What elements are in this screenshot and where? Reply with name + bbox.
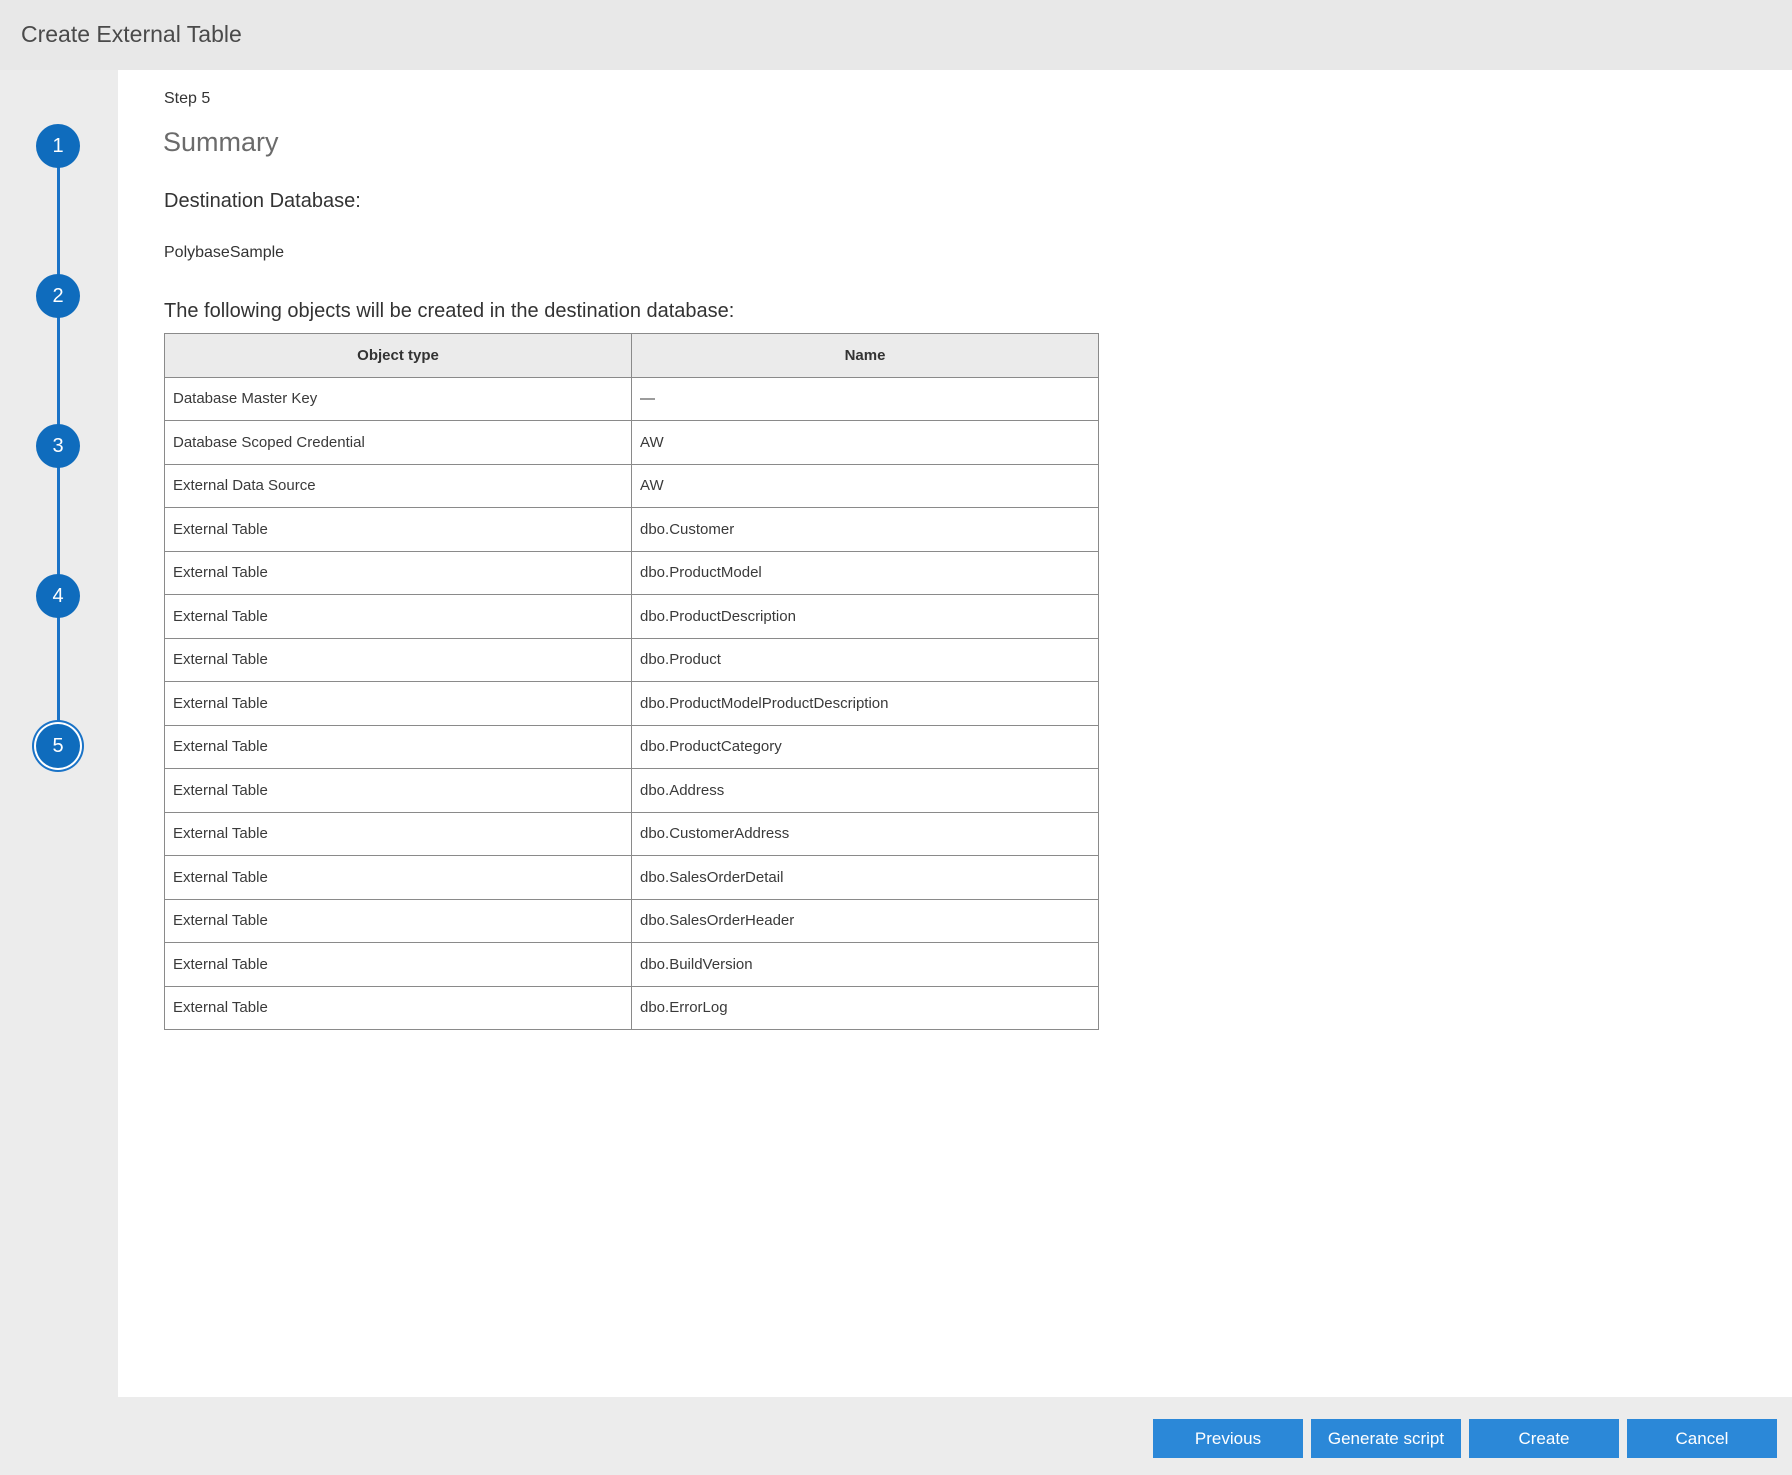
table-row: External Table dbo.Product	[164, 637, 1099, 682]
cell-object-type: External Table	[164, 811, 632, 856]
cell-object-type: External Table	[164, 507, 632, 552]
cell-name: dbo.ProductDescription	[631, 594, 1099, 639]
cell-name: dbo.ProductModelProductDescription	[631, 681, 1099, 726]
cell-object-type: External Table	[164, 724, 632, 769]
wizard-step-rail: 1 2 3 4 5	[0, 70, 118, 1397]
destination-database-value: PolybaseSample	[164, 244, 285, 261]
cell-object-type: External Table	[164, 942, 632, 987]
cell-object-type: External Table	[164, 637, 632, 682]
cell-object-type: External Table	[164, 855, 632, 900]
cell-object-type: Database Master Key	[164, 376, 632, 421]
table-row: External Table dbo.ErrorLog	[164, 985, 1099, 1030]
cell-object-type: External Table	[164, 550, 632, 595]
objects-summary-table: Object type Name Database Master Key — Dat…	[164, 333, 1099, 1030]
cell-name: dbo.BuildVersion	[631, 942, 1099, 987]
column-header-object-type: Object type	[164, 333, 632, 378]
step-node-4[interactable]: 4	[36, 574, 80, 618]
cell-name: dbo.CustomerAddress	[631, 811, 1099, 856]
objects-to-create-label: The following objects will be created in…	[164, 300, 735, 322]
column-header-name: Name	[631, 333, 1099, 378]
cell-object-type: Database Scoped Credential	[164, 420, 632, 465]
destination-database-label: Destination Database:	[164, 190, 361, 212]
table-row: Database Master Key —	[164, 376, 1099, 421]
cell-object-type: External Table	[164, 768, 632, 813]
table-row: External Table dbo.SalesOrderDetail	[164, 855, 1099, 900]
previous-button[interactable]: Previous	[1153, 1419, 1303, 1458]
cell-name: dbo.Address	[631, 768, 1099, 813]
cell-name: dbo.ProductCategory	[631, 724, 1099, 769]
cell-name: —	[631, 376, 1099, 421]
page-title: Summary	[163, 127, 279, 157]
cell-name: AW	[631, 463, 1099, 508]
cell-name: dbo.Product	[631, 637, 1099, 682]
table-row: External Data Source AW	[164, 463, 1099, 508]
window-title: Create External Table	[21, 21, 242, 47]
table-row: External Table dbo.Address	[164, 768, 1099, 813]
cell-name: dbo.SalesOrderHeader	[631, 898, 1099, 943]
step-node-3[interactable]: 3	[36, 424, 80, 468]
step-node-5-current[interactable]: 5	[36, 724, 80, 768]
table-header-row: Object type Name	[164, 333, 1099, 378]
cell-name: AW	[631, 420, 1099, 465]
cell-object-type: External Table	[164, 898, 632, 943]
generate-script-button[interactable]: Generate script	[1311, 1419, 1461, 1458]
table-row: External Table dbo.BuildVersion	[164, 942, 1099, 987]
table-row: External Table dbo.ProductModelProductDes…	[164, 681, 1099, 726]
cell-name: dbo.SalesOrderDetail	[631, 855, 1099, 900]
table-row: External Table dbo.CustomerAddress	[164, 811, 1099, 856]
table-body: Database Master Key — Database Scoped Cred…	[164, 376, 1099, 1030]
step-node-1[interactable]: 1	[36, 124, 80, 168]
cell-object-type: External Table	[164, 681, 632, 726]
table-row: External Table dbo.Customer	[164, 507, 1099, 552]
main-content: Step 5 Summary Destination Database: Pol…	[118, 70, 1792, 1397]
cell-object-type: External Data Source	[164, 463, 632, 508]
cell-name: dbo.Customer	[631, 507, 1099, 552]
step-node-2[interactable]: 2	[36, 274, 80, 318]
table-row: External Table dbo.ProductCategory	[164, 724, 1099, 769]
table-row: Database Scoped Credential AW	[164, 420, 1099, 465]
cell-object-type: External Table	[164, 594, 632, 639]
title-bar: Create External Table	[0, 0, 1792, 70]
table-row: External Table dbo.SalesOrderHeader	[164, 898, 1099, 943]
footer-bar: Previous Generate script Create Cancel	[0, 1397, 1792, 1475]
cell-name: dbo.ErrorLog	[631, 985, 1099, 1030]
table-row: External Table dbo.ProductDescription	[164, 594, 1099, 639]
cell-object-type: External Table	[164, 985, 632, 1030]
create-button[interactable]: Create	[1469, 1419, 1619, 1458]
table-row: External Table dbo.ProductModel	[164, 550, 1099, 595]
cell-name: dbo.ProductModel	[631, 550, 1099, 595]
step-label: Step 5	[164, 90, 211, 107]
cancel-button[interactable]: Cancel	[1627, 1419, 1777, 1458]
